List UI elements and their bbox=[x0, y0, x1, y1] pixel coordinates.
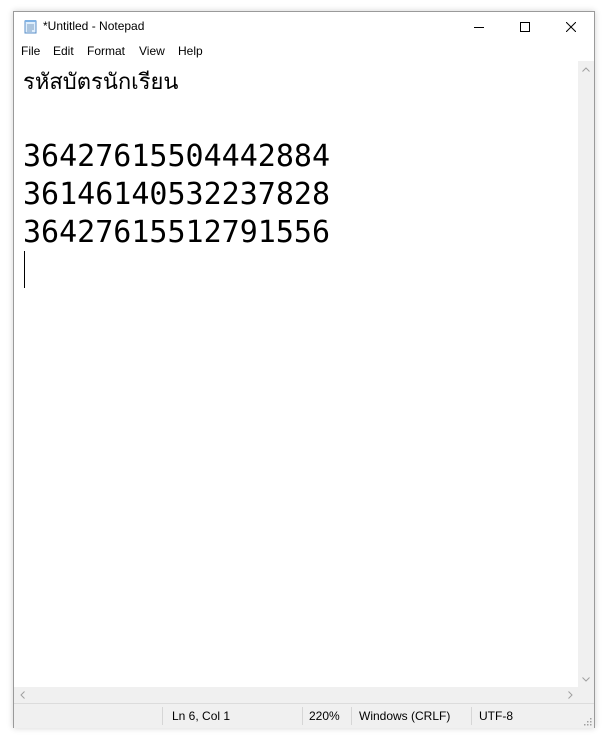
horizontal-scrollbar[interactable] bbox=[14, 687, 578, 703]
scroll-down-button[interactable] bbox=[578, 671, 594, 687]
menu-help[interactable]: Help bbox=[178, 44, 203, 58]
text-line: 36146140532237828 bbox=[23, 177, 331, 212]
encoding: UTF-8 bbox=[479, 709, 513, 723]
vertical-scrollbar[interactable] bbox=[578, 61, 594, 687]
status-divider bbox=[351, 707, 352, 725]
maximize-icon bbox=[520, 21, 530, 32]
text-line: 36427615504442884 bbox=[23, 139, 331, 174]
text-line: 36427615512791556 bbox=[23, 215, 331, 250]
cursor-position: Ln 6, Col 1 bbox=[172, 709, 231, 723]
title-bar[interactable]: *Untitled - Notepad bbox=[14, 12, 594, 41]
status-divider bbox=[471, 707, 472, 725]
minimize-icon bbox=[474, 26, 484, 28]
chevron-left-icon bbox=[19, 691, 25, 699]
scroll-right-button[interactable] bbox=[562, 687, 578, 703]
menu-file[interactable]: File bbox=[21, 44, 40, 58]
status-divider bbox=[162, 707, 163, 725]
line-endings: Windows (CRLF) bbox=[359, 709, 451, 723]
scroll-up-button[interactable] bbox=[578, 61, 594, 77]
scrollbar-corner bbox=[578, 687, 594, 703]
text-caret bbox=[24, 251, 25, 288]
text-line: รหัสบัตรนักเรียน bbox=[23, 70, 179, 95]
menu-format[interactable]: Format bbox=[87, 44, 125, 58]
maximize-button[interactable] bbox=[502, 12, 548, 41]
chevron-up-icon bbox=[582, 66, 590, 72]
notepad-icon bbox=[24, 20, 37, 34]
resize-grip-icon[interactable] bbox=[582, 716, 592, 726]
scroll-left-button[interactable] bbox=[14, 687, 30, 703]
close-button[interactable] bbox=[548, 12, 594, 41]
status-bar: Ln 6, Col 1 220% Windows (CRLF) UTF-8 bbox=[14, 703, 594, 728]
status-divider bbox=[302, 707, 303, 725]
text-editor[interactable]: รหัสบัตรนักเรียน 36427615504442884 36146… bbox=[14, 61, 578, 687]
window-title: *Untitled - Notepad bbox=[43, 19, 145, 33]
menu-edit[interactable]: Edit bbox=[53, 44, 74, 58]
minimize-button[interactable] bbox=[456, 12, 502, 41]
menu-bar: File Edit Format View Help bbox=[14, 41, 594, 62]
zoom-level: 220% bbox=[309, 709, 340, 723]
close-icon bbox=[566, 21, 576, 32]
menu-view[interactable]: View bbox=[139, 44, 165, 58]
chevron-down-icon bbox=[582, 676, 590, 682]
notepad-window: *Untitled - Notepad File Edit Format Vie… bbox=[13, 11, 595, 728]
chevron-right-icon bbox=[567, 691, 573, 699]
